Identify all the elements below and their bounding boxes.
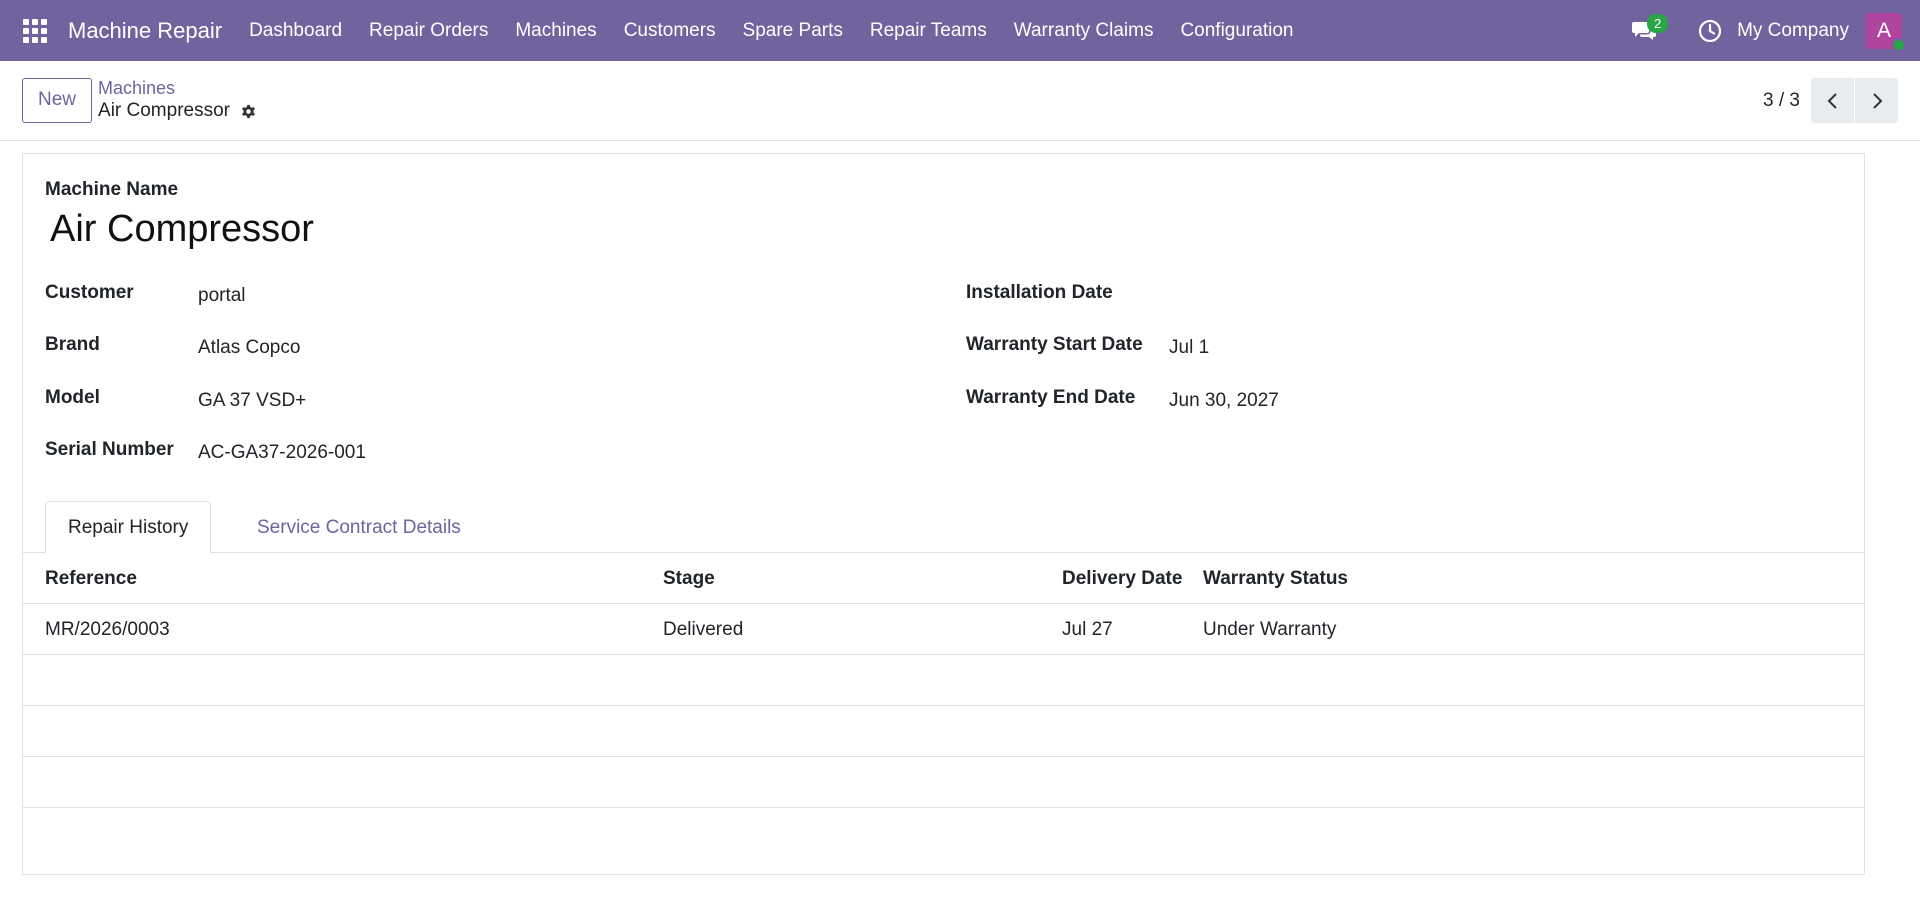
installation-date-field[interactable]	[1169, 285, 1469, 309]
user-avatar[interactable]: A	[1866, 12, 1906, 52]
cell-reference: MR/2026/0003	[45, 618, 170, 640]
menu-item-warranty-claims[interactable]: Warranty Claims	[1014, 20, 1154, 42]
menu-item-configuration[interactable]: Configuration	[1180, 20, 1293, 42]
menu-item-repair-orders[interactable]: Repair Orders	[369, 20, 488, 42]
column-header-delivery-date[interactable]: Delivery Date	[1062, 553, 1182, 604]
main-menu: Dashboard Repair Orders Machines Custome…	[249, 20, 1320, 42]
machine-name-label: Machine Name	[45, 179, 179, 200]
repair-history-table: Reference Stage Delivery Date Warranty S…	[23, 553, 1864, 808]
company-switcher[interactable]: My Company	[1737, 20, 1849, 42]
menu-item-repair-teams[interactable]: Repair Teams	[870, 20, 987, 42]
chevron-right-icon	[1872, 92, 1882, 109]
brand-label: Brand	[45, 334, 100, 355]
menu-item-customers[interactable]: Customers	[624, 20, 716, 42]
top-navbar: Machine Repair Dashboard Repair Orders M…	[0, 0, 1920, 61]
menu-item-machines[interactable]: Machines	[515, 20, 596, 42]
column-header-warranty-status[interactable]: Warranty Status	[1203, 553, 1348, 604]
cell-stage: Delivered	[663, 618, 744, 640]
chevron-left-icon	[1827, 92, 1837, 109]
new-button[interactable]: New	[22, 77, 93, 123]
installation-date-label: Installation Date	[966, 282, 1113, 303]
messages-count-badge: 2	[1647, 13, 1669, 33]
customer-field[interactable]: portal	[198, 285, 246, 307]
empty-table-row	[23, 655, 1864, 706]
apps-menu-icon[interactable]	[22, 18, 48, 44]
model-label: Model	[45, 387, 100, 408]
clock-icon	[1698, 19, 1722, 42]
serial-number-label: Serial Number	[45, 439, 174, 460]
avatar-initial: A	[1876, 18, 1891, 42]
pager-value[interactable]: 3 / 3	[1763, 90, 1800, 112]
customer-label: Customer	[45, 282, 134, 303]
activities-button[interactable]	[1697, 18, 1723, 44]
warranty-start-date-label: Warranty Start Date	[966, 334, 1143, 355]
tab-service-contract-details[interactable]: Service Contract Details	[235, 501, 483, 554]
warranty-end-date-label: Warranty End Date	[966, 387, 1136, 408]
form-sheet: Machine Name Air Compressor Customer por…	[22, 153, 1865, 875]
pager-previous-button[interactable]	[1811, 78, 1854, 123]
table-header: Reference Stage Delivery Date Warranty S…	[23, 553, 1864, 604]
tab-repair-history[interactable]: Repair History	[45, 501, 212, 554]
pager: 3 / 3	[1763, 78, 1898, 123]
breadcrumb: Machines Air Compressor	[98, 78, 258, 123]
column-header-reference[interactable]: Reference	[45, 553, 137, 604]
table-row[interactable]: MR/2026/0003 Delivered Jul 27 Under Warr…	[23, 604, 1864, 655]
column-header-stage[interactable]: Stage	[663, 553, 715, 604]
brand-field[interactable]: Atlas Copco	[198, 337, 300, 359]
cell-delivery-date: Jul 27	[1062, 618, 1113, 640]
warranty-start-date-field[interactable]: Jul 1	[1169, 337, 1209, 359]
serial-number-field[interactable]: AC-GA37-2026-001	[198, 442, 366, 464]
warranty-end-date-field[interactable]: Jun 30, 2027	[1169, 390, 1279, 412]
empty-table-row	[23, 706, 1864, 757]
online-status-dot	[1892, 37, 1906, 52]
breadcrumb-current: Air Compressor	[98, 100, 230, 121]
model-field[interactable]: GA 37 VSD+	[198, 390, 306, 412]
gear-icon[interactable]	[240, 102, 258, 120]
menu-item-spare-parts[interactable]: Spare Parts	[743, 20, 843, 42]
empty-table-row	[23, 757, 1864, 808]
messages-button[interactable]: 2	[1629, 13, 1669, 46]
breadcrumb-machines-link[interactable]: Machines	[98, 78, 258, 99]
machine-name-field[interactable]: Air Compressor	[50, 208, 314, 251]
menu-item-dashboard[interactable]: Dashboard	[249, 20, 342, 42]
control-panel: New Machines Air Compressor 3 / 3	[0, 61, 1920, 141]
app-name[interactable]: Machine Repair	[68, 18, 222, 44]
navbar-systray: 2 My Company A	[1629, 0, 1920, 61]
cell-warranty-status: Under Warranty	[1203, 618, 1337, 640]
pager-next-button[interactable]	[1855, 78, 1898, 123]
notebook-tabs: Repair History Service Contract Details	[23, 501, 1864, 554]
